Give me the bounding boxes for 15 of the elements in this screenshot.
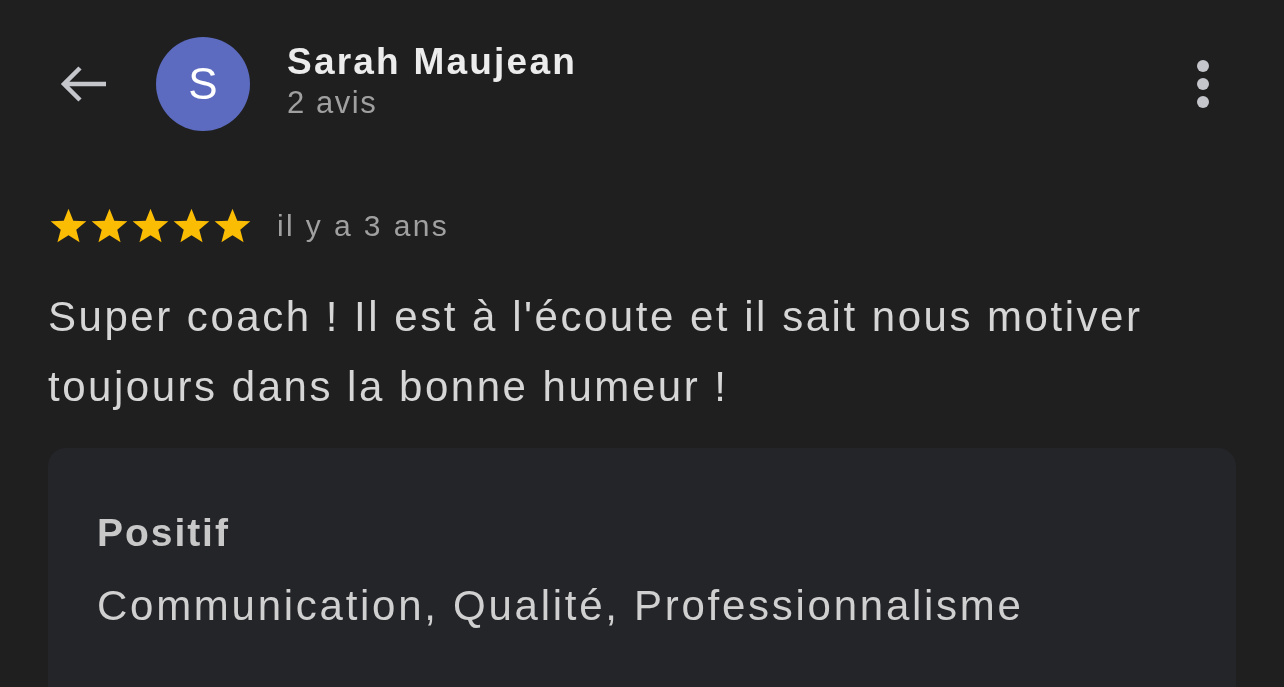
- star-icon: [130, 207, 171, 245]
- more-options-button[interactable]: [1194, 59, 1212, 109]
- review-count: 2 avis: [287, 84, 379, 122]
- star-icon: [48, 207, 89, 245]
- avatar: S: [156, 37, 250, 131]
- more-icon: [1196, 59, 1210, 109]
- star-icon: [171, 207, 212, 245]
- attribute-value: Communication, Qualité, Professionnalisme: [97, 581, 1025, 631]
- star-icon: [212, 207, 253, 245]
- attribute-title: Positif: [97, 510, 231, 556]
- back-arrow-icon: [58, 64, 108, 104]
- reviewer-name: Sarah Maujean: [287, 40, 577, 84]
- review-time: il y a 3 ans: [277, 209, 450, 243]
- review-text: Super coach ! Il est à l'écoute et il sait nous motiver toujours dans la bonne humeur !: [48, 292, 1144, 412]
- star-icon: [89, 207, 130, 245]
